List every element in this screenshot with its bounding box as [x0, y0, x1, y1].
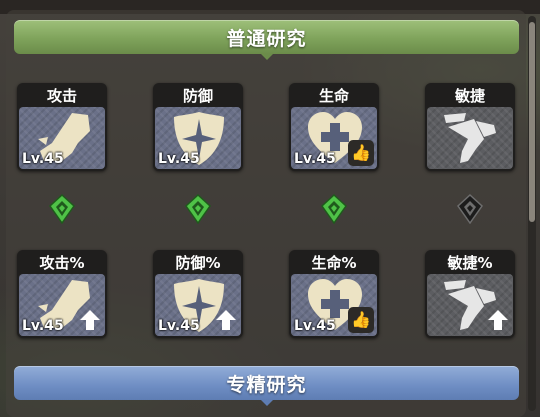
- research-card-attack-percent[interactable]: 攻击% Lv.45: [17, 250, 107, 338]
- card-title: 防御%: [175, 253, 221, 272]
- recommend-thumb-icon: 👍: [348, 307, 374, 333]
- research-card-defense[interactable]: 防御 Lv.45: [153, 83, 243, 171]
- grey-gem-icon: [457, 194, 483, 224]
- card-body: Lv.45 👍: [291, 107, 377, 169]
- level-label: Lv.45: [294, 318, 336, 334]
- research-card-agility-percent[interactable]: 敏捷%: [425, 250, 515, 338]
- level-label: Lv.45: [294, 151, 336, 167]
- research-panel: [6, 10, 526, 417]
- normal-research-title: 普通研究: [226, 27, 307, 50]
- card-title: 敏捷: [454, 86, 485, 105]
- card-body: Lv.45: [155, 107, 241, 169]
- card-title: 生命%: [311, 253, 357, 272]
- research-card-defense-percent[interactable]: 防御% Lv.45: [153, 250, 243, 338]
- research-card-hp[interactable]: 生命 Lv.45 👍: [289, 83, 379, 171]
- card-body: Lv.45: [19, 274, 105, 336]
- level-label: Lv.45: [22, 318, 64, 334]
- level-label: Lv.45: [22, 151, 64, 167]
- card-title: 攻击: [46, 86, 77, 105]
- normal-research-header[interactable]: 普通研究: [14, 20, 519, 60]
- card-title: 生命: [318, 86, 349, 105]
- header-pointer: [260, 400, 273, 406]
- card-body: Lv.45 👍: [291, 274, 377, 336]
- research-card-agility[interactable]: 敏捷: [425, 83, 515, 171]
- level-label: Lv.45: [158, 318, 200, 334]
- green-gem-icon: [321, 194, 347, 224]
- header-pointer: [260, 54, 273, 60]
- card-title: 攻击%: [39, 253, 85, 272]
- wing-icon: [444, 113, 496, 163]
- green-gem-icon: [49, 194, 75, 224]
- research-card-attack[interactable]: 攻击 Lv.45: [17, 83, 107, 171]
- elite-research-header[interactable]: 专精研究: [14, 366, 519, 406]
- up-arrow-icon: [80, 310, 100, 330]
- elite-research-title: 专精研究: [226, 373, 307, 396]
- level-label: Lv.45: [158, 151, 200, 167]
- up-arrow-icon: [216, 310, 236, 330]
- recommend-thumb-icon: 👍: [348, 140, 374, 166]
- card-body: [427, 274, 513, 336]
- scrollbar-thumb[interactable]: [529, 22, 535, 222]
- card-body: Lv.45: [155, 274, 241, 336]
- card-title: 敏捷%: [447, 253, 493, 272]
- card-body: [427, 107, 513, 169]
- up-arrow-icon: [488, 310, 508, 330]
- card-title: 防御: [182, 86, 213, 105]
- card-body: Lv.45: [19, 107, 105, 169]
- research-card-hp-percent[interactable]: 生命% Lv.45 👍: [289, 250, 379, 338]
- scrollbar[interactable]: [528, 16, 536, 411]
- green-gem-icon: [185, 194, 211, 224]
